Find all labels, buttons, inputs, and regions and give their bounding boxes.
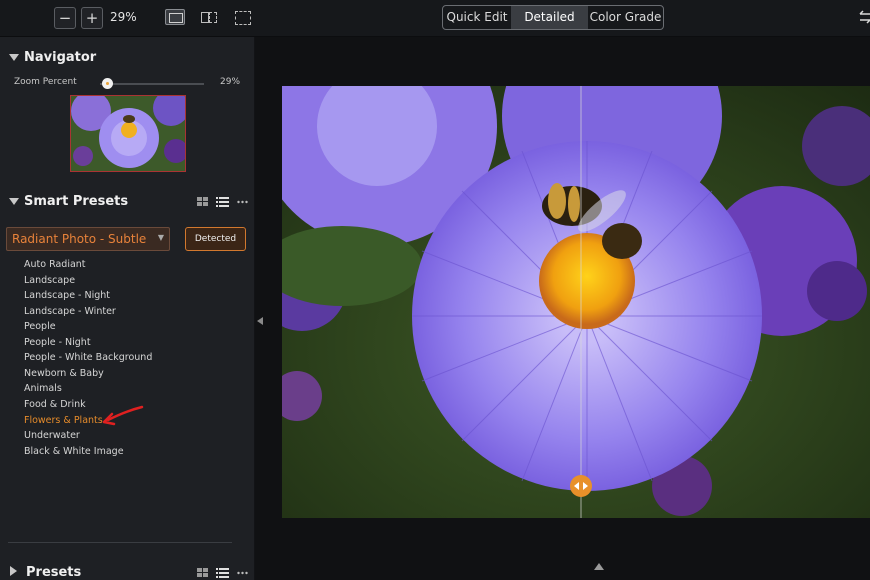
zoom-value: 29% [110,10,137,24]
navigator-thumbnail[interactable] [70,95,186,172]
list-item[interactable]: People - White Background [24,352,152,363]
tab-detailed-edit[interactable]: Detailed Edit [511,6,588,29]
list-item[interactable]: Animals [24,383,62,394]
collapse-navigator-icon[interactable] [9,54,19,61]
edit-mode-switch: Quick Edit Detailed Edit Color Grade [442,5,664,30]
chevron-down-icon: ▼ [157,233,164,242]
tab-color-grade[interactable]: Color Grade [588,6,663,29]
tab-quick-edit[interactable]: Quick Edit [443,6,511,29]
divider [8,542,232,543]
list-item[interactable]: Auto Radiant [24,259,86,270]
top-toolbar: − + 29% Quick Edit Detailed Edit Color G… [0,0,870,37]
detected-button[interactable]: Detected [185,227,246,251]
list-item[interactable]: Newborn & Baby [24,368,104,379]
split-view-icon[interactable] [199,9,219,25]
more-options-icon[interactable] [237,571,248,575]
list-item[interactable]: Landscape [24,275,75,286]
list-item[interactable]: Underwater [24,430,80,441]
list-item[interactable]: Food & Drink [24,399,86,410]
grid-view-icon[interactable] [197,197,209,207]
list-view-icon[interactable] [216,568,229,578]
collapse-sidebar-icon[interactable] [257,317,263,325]
expand-filmstrip-icon[interactable] [594,563,604,570]
split-arrows-icon [574,482,588,490]
more-options-icon[interactable] [237,200,248,204]
list-item[interactable]: People - Night [24,337,91,348]
list-view-icon[interactable] [216,197,229,207]
zoom-in-button[interactable]: + [81,7,103,29]
photo-preview[interactable] [282,86,870,518]
zoom-slider-thumb[interactable] [102,78,114,89]
collapse-smart-presets-icon[interactable] [9,198,19,205]
smart-preset-dropdown[interactable]: Radiant Photo - Subtle ▼ [6,227,170,251]
zoom-out-button[interactable]: − [54,7,76,29]
single-view-icon[interactable] [165,9,185,25]
list-item-flowers-plants[interactable]: Flowers & Plants [24,415,103,426]
crop-view-icon[interactable] [233,9,253,25]
list-item[interactable]: Landscape - Winter [24,306,116,317]
left-sidebar: Navigator Zoom Percent 29% Smart Presets [0,37,255,580]
zoom-percent-value: 29% [220,77,241,87]
expand-presets-icon[interactable] [10,566,17,576]
selected-preset-label: Radiant Photo - Subtle [12,232,147,246]
smart-presets-title: Smart Presets [24,194,129,209]
list-item[interactable]: Black & White Image [24,446,124,457]
red-arrow-annotation [102,405,144,426]
grid-view-icon[interactable] [197,568,209,578]
list-item[interactable]: Landscape - Night [24,290,110,301]
list-item[interactable]: People [24,321,56,332]
compare-arrows-icon[interactable] [858,10,870,24]
zoom-slider-track[interactable] [100,83,204,85]
navigator-title: Navigator [24,50,97,65]
presets-title: Presets [26,565,82,580]
split-handle[interactable] [570,475,592,497]
zoom-percent-label: Zoom Percent [14,77,77,87]
